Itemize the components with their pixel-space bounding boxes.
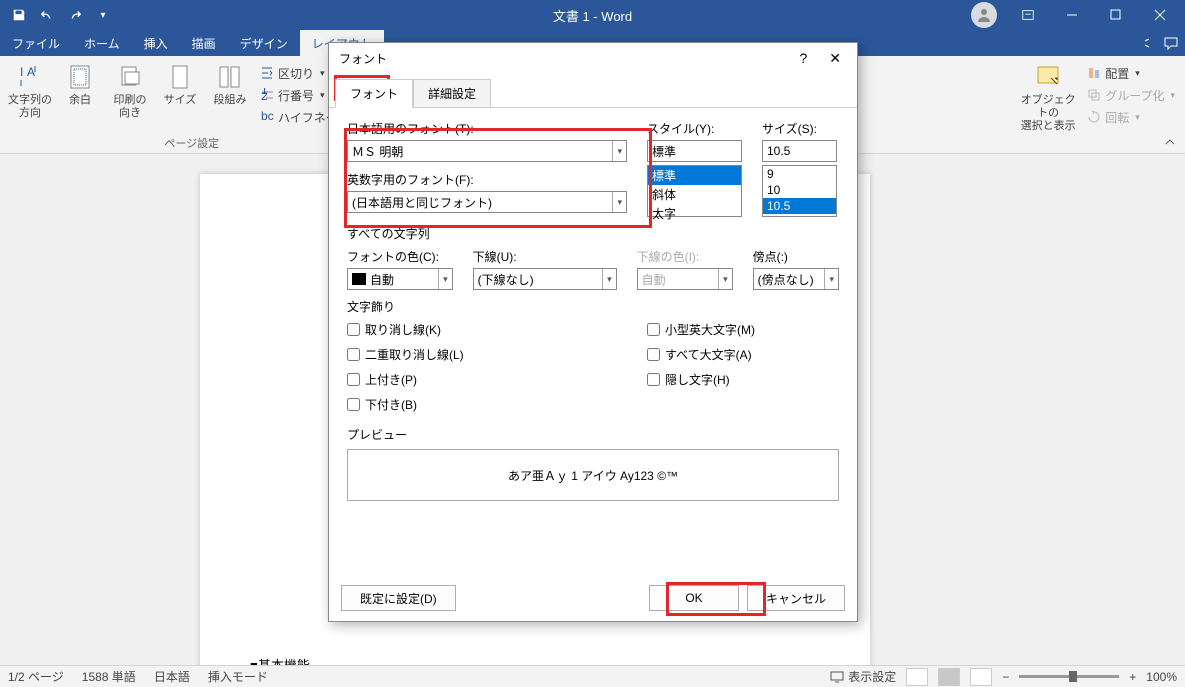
effects-label: 文字飾り: [347, 298, 839, 315]
columns-button[interactable]: 段組み: [206, 60, 254, 128]
zoom-level[interactable]: 100%: [1146, 670, 1177, 684]
dialog-titlebar: フォント ? ✕: [329, 43, 857, 73]
underline-color-select: 自動▾: [637, 268, 733, 290]
status-page[interactable]: 1/2 ページ: [8, 668, 64, 685]
status-mode[interactable]: 挿入モード: [208, 668, 268, 685]
all-text-label: すべての文字列: [347, 225, 839, 242]
superscript-checkbox[interactable]: 上付き(P): [347, 371, 627, 388]
save-icon[interactable]: [6, 2, 32, 28]
allcaps-checkbox[interactable]: すべて大文字(A): [647, 346, 755, 363]
orientation-button[interactable]: 印刷の向き: [106, 60, 154, 128]
group-button: グループ化▾: [1083, 84, 1179, 106]
maximize-icon[interactable]: [1095, 0, 1137, 30]
tab-home[interactable]: ホーム: [72, 30, 132, 56]
redo-icon[interactable]: [62, 2, 88, 28]
set-default-button[interactable]: 既定に設定(D): [341, 585, 456, 611]
preview-label: プレビュー: [347, 426, 839, 443]
size-label: サイズ(S):: [762, 120, 837, 137]
window-title: 文書 1 - Word: [553, 6, 632, 25]
comments-icon[interactable]: [1163, 35, 1179, 51]
status-lang[interactable]: 日本語: [154, 668, 190, 685]
dialog-tab-font[interactable]: フォント: [335, 79, 413, 108]
tab-design[interactable]: デザイン: [228, 30, 300, 56]
latin-font-label: 英数字用のフォント(F):: [347, 171, 627, 188]
size-input[interactable]: 10.5: [762, 140, 837, 162]
status-bar: 1/2 ページ 1588 単語 日本語 挿入モード 表示設定 − + 100%: [0, 665, 1185, 687]
undo-icon[interactable]: [34, 2, 60, 28]
underline-color-label: 下線の色(I):: [637, 248, 733, 265]
collapse-ribbon-icon[interactable]: [1163, 135, 1177, 149]
doc-line: ■基本機能: [250, 654, 820, 665]
status-words[interactable]: 1588 単語: [82, 668, 136, 685]
emphasis-label: 傍点(:): [753, 248, 839, 265]
size-option[interactable]: 9: [763, 166, 836, 182]
minimize-icon[interactable]: [1051, 0, 1093, 30]
dialog-close-icon[interactable]: ✕: [823, 48, 847, 69]
dialog-help-icon[interactable]: ?: [793, 48, 813, 69]
color-select[interactable]: 自動▾: [347, 268, 453, 290]
ribbon-display-options-icon[interactable]: [1007, 0, 1049, 30]
status-display-settings[interactable]: 表示設定: [830, 668, 896, 685]
zoom-slider[interactable]: [1019, 675, 1119, 678]
ok-button[interactable]: OK: [649, 585, 739, 611]
double-strike-checkbox[interactable]: 二重取り消し線(L): [347, 346, 627, 363]
dialog-tab-advanced[interactable]: 詳細設定: [413, 79, 491, 108]
style-list[interactable]: 標準 斜体 太字: [647, 165, 742, 217]
smallcaps-checkbox[interactable]: 小型英大文字(M): [647, 321, 755, 338]
hidden-checkbox[interactable]: 隠し文字(H): [647, 371, 755, 388]
size-option[interactable]: 10: [763, 182, 836, 198]
svg-text:2: 2: [261, 89, 268, 102]
dialog-title: フォント: [339, 50, 387, 67]
preview-box: あア亜Ａｙ 1 アイウ Ay123 ©™: [347, 449, 839, 501]
zoom-in-icon[interactable]: +: [1129, 670, 1136, 684]
style-option[interactable]: 斜体: [648, 185, 741, 204]
strike-checkbox[interactable]: 取り消し線(K): [347, 321, 627, 338]
size-option[interactable]: 10.5: [763, 198, 836, 214]
view-web-layout[interactable]: [970, 668, 992, 686]
view-read-mode[interactable]: [906, 668, 928, 686]
selection-pane-button[interactable]: オブジェクトの選択と表示: [1015, 60, 1081, 136]
emphasis-select[interactable]: (傍点なし)▾: [753, 268, 839, 290]
size-button[interactable]: サイズ: [156, 60, 204, 128]
jp-font-label: 日本語用のフォント(T):: [347, 120, 627, 137]
size-list[interactable]: 9 10 10.5: [762, 165, 837, 217]
underline-select[interactable]: (下線なし)▾: [473, 268, 617, 290]
rotate-button: 回転▾: [1083, 106, 1179, 128]
latin-font-select[interactable]: (日本語用と同じフォント)▾: [347, 191, 627, 213]
account-icon[interactable]: [971, 2, 997, 28]
ribbon-group-page-setup-label: ページ設定: [164, 135, 219, 153]
margins-button[interactable]: 余白: [56, 60, 104, 128]
svg-text:bc: bc: [261, 110, 274, 123]
cancel-button[interactable]: キャンセル: [747, 585, 845, 611]
align-button[interactable]: 配置▾: [1083, 62, 1179, 84]
font-dialog: フォント ? ✕ フォント 詳細設定 日本語用のフォント(T): ＭＳ 明朝▾ …: [328, 42, 858, 622]
underline-label: 下線(U):: [473, 248, 617, 265]
tab-insert[interactable]: 挿入: [132, 30, 180, 56]
tab-file[interactable]: ファイル: [0, 30, 72, 56]
view-print-layout[interactable]: [938, 668, 960, 686]
style-label: スタイル(Y):: [647, 120, 742, 137]
style-input[interactable]: 標準: [647, 140, 742, 162]
close-icon[interactable]: [1139, 0, 1181, 30]
style-option[interactable]: 標準: [648, 166, 741, 185]
text-direction-button[interactable]: IA文字列の方向: [6, 60, 54, 128]
share-icon[interactable]: [1139, 35, 1155, 51]
style-option[interactable]: 太字: [648, 204, 741, 223]
title-bar: ▾ 文書 1 - Word: [0, 0, 1185, 30]
subscript-checkbox[interactable]: 下付き(B): [347, 396, 627, 413]
svg-text:I: I: [20, 65, 23, 79]
tab-draw[interactable]: 描画: [180, 30, 228, 56]
color-label: フォントの色(C):: [347, 248, 453, 265]
qat-customize-icon[interactable]: ▾: [90, 2, 116, 28]
zoom-out-icon[interactable]: −: [1002, 670, 1009, 684]
svg-text:A: A: [27, 65, 35, 79]
jp-font-select[interactable]: ＭＳ 明朝▾: [347, 140, 627, 162]
